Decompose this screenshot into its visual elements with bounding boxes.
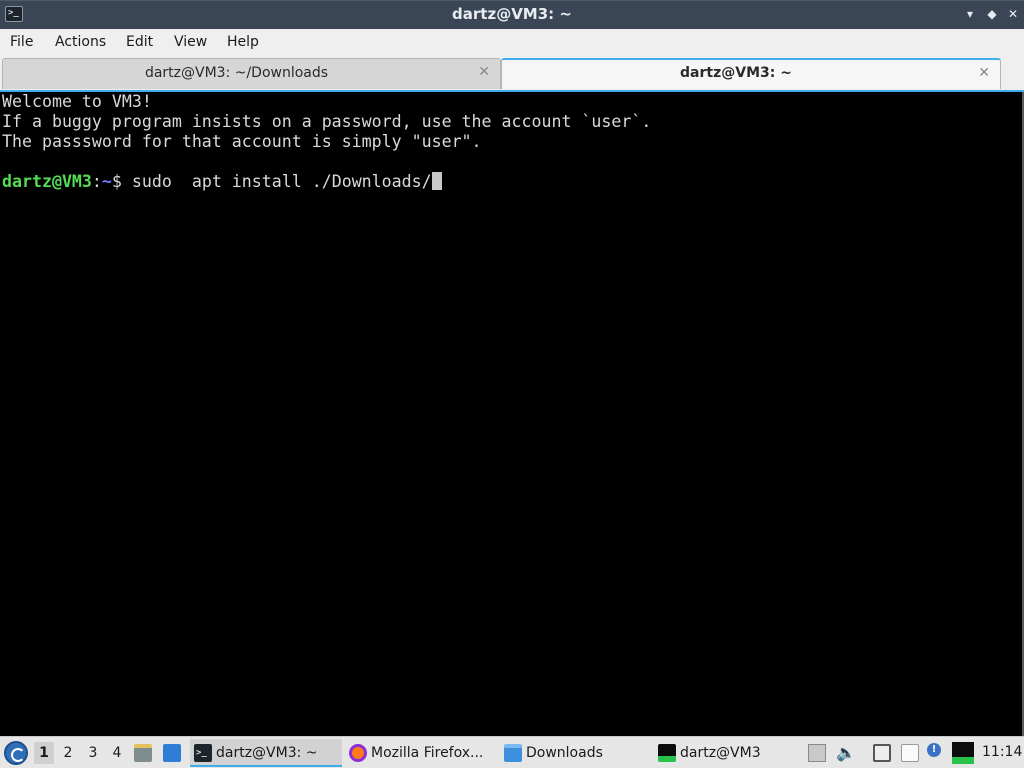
taskbar: 1 2 3 4 >_ dartz@VM3: ~ Mozilla Firefox.… <box>0 736 1024 768</box>
close-tab-icon[interactable]: ✕ <box>478 64 490 80</box>
tab-downloads[interactable]: dartz@VM3: ~/Downloads ✕ <box>2 58 501 89</box>
task-label: Mozilla Firefox... <box>371 745 484 761</box>
prompt-user-host: dartz@VM3 <box>2 172 92 191</box>
menu-edit[interactable]: Edit <box>126 34 153 50</box>
system-monitor-icon <box>658 744 676 762</box>
workspace-4[interactable]: 4 <box>107 742 127 764</box>
window-titlebar[interactable]: >_ dartz@VM3: ~ ▾ ◆ ✕ <box>0 0 1024 29</box>
task-label: Downloads <box>526 745 603 761</box>
prompt-symbol: $ <box>111 172 132 191</box>
tab-label: dartz@VM3: ~ <box>680 65 792 81</box>
task-terminal[interactable]: >_ dartz@VM3: ~ <box>190 739 342 767</box>
folder-icon <box>504 744 522 762</box>
menu-actions[interactable]: Actions <box>55 34 106 50</box>
task-downloads[interactable]: Downloads <box>500 739 650 767</box>
menu-file[interactable]: File <box>10 34 33 50</box>
prompt-line[interactable]: dartz@VM3:~$ sudo apt install ./Download… <box>2 172 1024 192</box>
cpu-monitor-icon[interactable] <box>952 742 974 764</box>
clock[interactable]: 11:14 <box>982 744 1022 760</box>
firefox-icon <box>349 744 367 762</box>
window-title: dartz@VM3: ~ <box>452 5 572 23</box>
menu-view[interactable]: View <box>174 34 207 50</box>
terminal-line: The passsword for that account is simply… <box>2 132 482 151</box>
start-menu-icon[interactable] <box>4 741 28 765</box>
volume-icon[interactable]: 🔈 <box>836 744 856 762</box>
maximize-button[interactable]: ◆ <box>984 6 1000 22</box>
clipboard-icon[interactable] <box>901 744 919 762</box>
task-label: dartz@VM3 <box>680 745 761 761</box>
terminal-icon: >_ <box>194 744 212 762</box>
menu-bar: File Actions Edit View Help <box>0 29 1024 57</box>
notification-icon[interactable]: ! <box>927 743 941 757</box>
close-tab-icon[interactable]: ✕ <box>978 65 990 81</box>
file-manager-icon[interactable] <box>134 744 152 762</box>
task-firefox[interactable]: Mozilla Firefox... <box>345 739 495 767</box>
prompt-path: ~ <box>101 172 112 191</box>
terminal-output[interactable]: Welcome to VM3! If a buggy program insis… <box>0 90 1024 736</box>
tab-home[interactable]: dartz@VM3: ~ ✕ <box>501 58 1001 89</box>
text-cursor <box>431 172 442 190</box>
prompt-separator: : <box>91 172 102 191</box>
tab-bar: dartz@VM3: ~/Downloads ✕ dartz@VM3: ~ ✕ <box>0 57 1024 90</box>
workspace-3[interactable]: 3 <box>83 742 103 764</box>
minimize-button[interactable]: ▾ <box>962 6 978 22</box>
show-desktop-icon[interactable] <box>163 744 181 762</box>
tab-label: dartz@VM3: ~/Downloads <box>144 65 329 81</box>
terminal-line: Welcome to VM3! <box>2 92 152 111</box>
tab-bar-spacer <box>1002 57 1024 90</box>
workspace-2[interactable]: 2 <box>58 742 78 764</box>
workspace-1[interactable]: 1 <box>34 742 54 764</box>
task-system-monitor[interactable]: dartz@VM3 <box>654 739 800 767</box>
network-icon[interactable] <box>873 744 891 762</box>
task-label: dartz@VM3: ~ <box>216 745 318 761</box>
terminal-line: If a buggy program insists on a password… <box>2 112 652 131</box>
menu-help[interactable]: Help <box>227 34 259 50</box>
package-updates-icon[interactable] <box>808 744 826 762</box>
command-input[interactable]: sudo apt install ./Downloads/ <box>132 172 432 191</box>
close-window-button[interactable]: ✕ <box>1005 6 1021 22</box>
